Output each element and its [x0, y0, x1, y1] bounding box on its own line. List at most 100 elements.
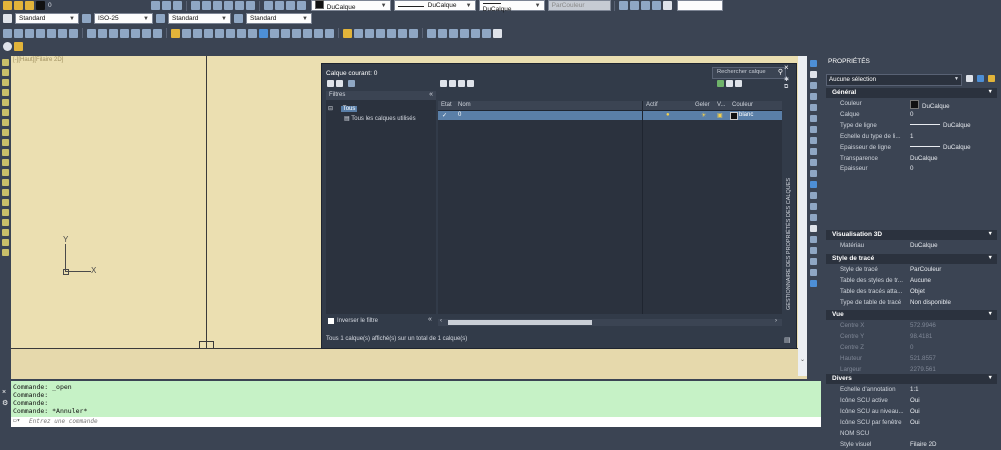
draw-tool-icon[interactable] — [182, 28, 191, 38]
filter-used-item[interactable]: ▤ Tous les calques utilisés — [344, 115, 416, 122]
join-tool-icon[interactable] — [2, 199, 9, 206]
property-value[interactable]: Non disponible — [910, 299, 951, 306]
property-row[interactable]: Table des tracés atta... Objet — [826, 287, 997, 297]
draw-tool-icon[interactable] — [449, 28, 458, 38]
fillet-tool-icon[interactable] — [2, 219, 9, 226]
light-bulb-icon[interactable] — [3, 1, 12, 10]
scrollbar-right-arrow[interactable]: › — [775, 318, 777, 324]
property-value[interactable]: ParCouleur — [910, 266, 941, 273]
layer-tool-icon[interactable] — [245, 1, 255, 10]
draw-tool-icon[interactable] — [270, 28, 279, 38]
mleader-style-select[interactable]: Standard ▼ — [246, 13, 312, 24]
draw-tool-icon[interactable] — [493, 28, 502, 38]
col-status[interactable]: Etat — [441, 102, 452, 108]
tool-icon[interactable] — [810, 115, 817, 122]
tool-icon[interactable] — [810, 93, 817, 100]
property-value[interactable]: Oui — [910, 408, 920, 415]
tool-icon[interactable] — [810, 82, 817, 89]
section-plotstyle[interactable]: Style de tracé ▼ — [826, 254, 997, 264]
layer-tool-icon[interactable] — [234, 1, 244, 10]
layer-color-icon[interactable] — [36, 1, 45, 10]
tool-icon[interactable] — [810, 280, 817, 287]
property-value[interactable]: DuCalque — [910, 100, 950, 110]
tool-icon[interactable] — [810, 203, 817, 210]
refresh-icon[interactable] — [717, 80, 724, 87]
viewport-label[interactable]: [-][Haut][Filaire 2D] — [13, 57, 63, 63]
property-row[interactable]: Hauteur 521.8557 — [826, 354, 997, 364]
draw-tool-icon[interactable] — [36, 28, 45, 38]
draw-tool-icon[interactable] — [171, 28, 180, 38]
command-input[interactable]: ▭▾ Entrez une commande — [11, 417, 821, 427]
line-tool-icon[interactable] — [2, 59, 9, 66]
property-row[interactable]: Transparence DuCalque — [826, 154, 997, 164]
chevron-down-icon[interactable]: ▼ — [988, 231, 993, 237]
break-tool-icon[interactable] — [2, 189, 9, 196]
draw-tool-icon[interactable] — [142, 28, 151, 38]
property-row[interactable]: Icône SCU par fenêtre Oui — [826, 418, 997, 428]
scale-tool-icon[interactable] — [2, 149, 9, 156]
layer-tool-icon[interactable] — [285, 1, 295, 10]
property-row[interactable]: Table des styles de tr... Aucune — [826, 276, 997, 286]
property-row[interactable]: Style de tracé ParCouleur — [826, 265, 997, 275]
property-value[interactable]: 572.9946 — [910, 322, 936, 329]
draw-tool-icon[interactable] — [87, 28, 96, 38]
draw-tool-icon[interactable] — [303, 28, 312, 38]
draw-tool-icon[interactable] — [354, 28, 363, 38]
filter-all-item[interactable]: ⊟ Tous — [328, 105, 358, 112]
layer-tool-icon[interactable] — [201, 1, 211, 10]
table-style-select[interactable]: Standard ▼ — [168, 13, 231, 24]
move-tool-icon[interactable] — [2, 109, 9, 116]
col-color[interactable]: Couleur — [732, 102, 753, 108]
col-name[interactable]: Nom — [458, 102, 471, 108]
tool-icon[interactable] — [810, 126, 817, 133]
tool-icon[interactable] — [810, 236, 817, 243]
property-value[interactable]: DuCalque — [910, 122, 971, 129]
layer-tool-icon[interactable] — [190, 1, 200, 10]
settings-icon[interactable] — [735, 80, 742, 87]
property-value[interactable]: 0 — [910, 344, 913, 351]
properties-tool-icon[interactable] — [651, 1, 661, 10]
property-value[interactable]: Filaire 2D — [910, 441, 936, 448]
new-layer-vp-icon[interactable] — [449, 80, 456, 87]
light-bulb-icon[interactable]: ● — [666, 112, 670, 118]
property-row[interactable]: Echelle d'annotation 1:1 — [826, 385, 997, 395]
draw-tool-icon[interactable] — [471, 28, 480, 38]
layer-row[interactable]: ✓ 0 ● ☀ ▣ blanc — [438, 111, 782, 120]
wrench-icon[interactable]: ⚙ — [2, 399, 8, 407]
draw-tool-icon[interactable] — [314, 28, 323, 38]
select-objects-icon[interactable] — [977, 75, 984, 82]
scrollbar-left-arrow[interactable]: ‹ — [440, 318, 442, 324]
tool-icon[interactable] — [810, 71, 817, 78]
property-row[interactable]: Centre Z 0 — [826, 343, 997, 353]
lock-icon[interactable]: ▣ — [717, 112, 723, 119]
draw-tool-icon[interactable] — [343, 28, 352, 38]
close-panel-button[interactable]: × — [784, 63, 789, 72]
section-misc[interactable]: Divers ▼ — [826, 374, 997, 384]
lightning-icon[interactable] — [14, 42, 23, 51]
tool-icon[interactable] — [810, 148, 817, 155]
property-row[interactable]: Type de ligne DuCalque — [826, 121, 997, 131]
close-icon[interactable]: × — [2, 389, 6, 396]
delete-layer-icon[interactable] — [458, 80, 465, 87]
panel-options-icon[interactable]: ✱ — [784, 76, 789, 83]
linetype-select[interactable]: DuCalque ▼ — [393, 0, 476, 11]
draw-tool-icon[interactable] — [98, 28, 107, 38]
property-row[interactable]: Centre X 572.9946 — [826, 321, 997, 331]
draw-tool-icon[interactable] — [460, 28, 469, 38]
tool-icon[interactable] — [810, 104, 817, 111]
draw-tool-icon[interactable] — [204, 28, 213, 38]
trim-tool-icon[interactable] — [2, 169, 9, 176]
layer-tool-icon[interactable] — [161, 1, 171, 10]
properties-tool-icon[interactable] — [640, 1, 650, 10]
draw-tool-icon[interactable] — [131, 28, 140, 38]
draw-tool-icon[interactable] — [376, 28, 385, 38]
property-row[interactable]: Icône SCU active Oui — [826, 396, 997, 406]
color-select[interactable]: DuCalque ▼ — [310, 0, 391, 11]
layer-tool-icon[interactable] — [263, 1, 273, 10]
property-row[interactable]: Couleur DuCalque — [826, 99, 997, 110]
tree-minus-icon[interactable]: ⊟ — [328, 106, 333, 112]
property-row[interactable]: NOM SCU — [826, 429, 997, 439]
text-tool-icon[interactable] — [2, 249, 9, 256]
properties-tool-icon[interactable] — [618, 1, 628, 10]
collapse-filters-icon[interactable]: « — [429, 91, 433, 98]
